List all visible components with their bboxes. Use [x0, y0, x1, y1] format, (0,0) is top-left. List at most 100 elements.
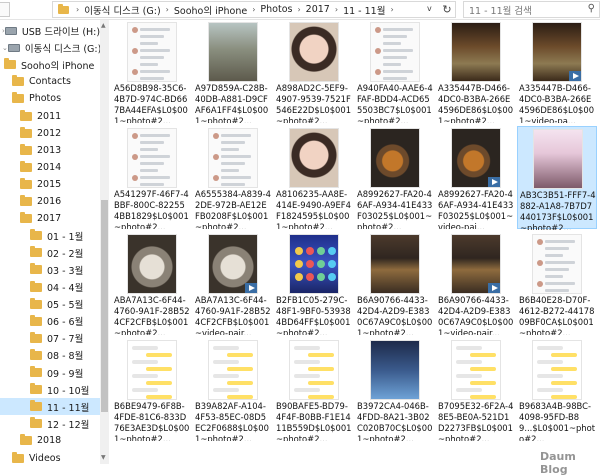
- nav-item[interactable]: Contacts: [0, 73, 100, 90]
- file-thumbnail: [289, 234, 339, 294]
- address-bar[interactable]: › 이동식 디스크 (G:) › Sooho의 iPhone › Photos …: [52, 1, 453, 18]
- file-item[interactable]: AB3C3B51-FFF7-4882-A1A8-7B7D7440173F$L0$…: [517, 126, 597, 230]
- chevron-right-icon: ›: [390, 5, 394, 14]
- file-name: ABA7A13C-6F44-4760-9A1F-28B524CF2CFB$L0$…: [195, 295, 271, 335]
- nav-item[interactable]: Sooho의 iPhone: [0, 56, 100, 73]
- file-item[interactable]: B2FB1C05-279C-48F1-9BF0-539384BD64FF$L0$…: [274, 232, 354, 335]
- nav-back-edge[interactable]: [0, 2, 10, 17]
- nav-item[interactable]: › USB 드라이브 (H:): [0, 22, 100, 39]
- folder-icon: [20, 109, 32, 121]
- nav-item-label: 2012: [37, 127, 62, 139]
- file-item[interactable]: A6555384-A839-42DE-972B-AE12EFB0208F$L0$…: [193, 126, 273, 229]
- file-item[interactable]: B9683A4B-98BC-4098-95FD-B89...$L0$001~ph…: [517, 338, 597, 441]
- nav-item[interactable]: 2014: [0, 159, 100, 176]
- file-grid: A56D8B98-35C6-4B7D-974C-BD667BA44EFA$L0$…: [112, 20, 600, 464]
- folder-icon: [20, 143, 32, 155]
- file-name: B3972CA4-046B-4FDD-8A21-3B02C020B70C$L0$…: [357, 401, 433, 441]
- folder-icon: [30, 263, 42, 275]
- nav-item[interactable]: 2011: [0, 108, 100, 125]
- file-item[interactable]: B6BE9479-6F8B-4FDE-81C6-833D76E3AE3D$L0$…: [112, 338, 192, 441]
- nav-item[interactable]: Photos: [0, 90, 100, 107]
- nav-item[interactable]: 2012: [0, 125, 100, 142]
- scroll-up-icon[interactable]: ▲: [101, 22, 106, 29]
- file-thumbnail: [370, 22, 420, 82]
- nav-item[interactable]: 2015: [0, 176, 100, 193]
- nav-item[interactable]: 02 - 2월: [0, 244, 100, 261]
- chevron-down-icon[interactable]: ⌄: [2, 44, 8, 52]
- nav-item[interactable]: 06 - 6월: [0, 313, 100, 330]
- file-item[interactable]: B7095E32-6F2A-48E5-BE0A-521D1D2273FB$L0$…: [436, 338, 516, 441]
- nav-item-label: 01 - 1월: [47, 231, 84, 243]
- breadcrumb-month[interactable]: 11 - 11월: [341, 3, 387, 17]
- search-placeholder: 11 - 11월 검색: [469, 5, 532, 17]
- breadcrumb-device[interactable]: Sooho의 iPhone: [172, 3, 249, 17]
- nav-item-label: USB 드라이브 (H:): [21, 26, 100, 38]
- nav-item[interactable]: 09 - 9월: [0, 364, 100, 381]
- file-thumbnail: [208, 340, 258, 400]
- nav-item-label: 02 - 2월: [47, 248, 84, 260]
- nav-item-label: Contacts: [29, 76, 71, 88]
- file-item[interactable]: B6A90766-4433-42D4-A2D9-E3830C67A9C0$L0$…: [436, 232, 516, 335]
- file-item[interactable]: B6A90766-4433-42D4-A2D9-E3830C67A9C0$L0$…: [355, 232, 435, 335]
- file-item[interactable]: A335447B-D466-4DC0-B3BA-266E4596DE86$L0$…: [517, 20, 597, 123]
- file-item[interactable]: A541297F-46F7-4BBF-800C-822554BB1829$L0$…: [112, 126, 192, 229]
- file-item[interactable]: A898AD2C-5EF9-4907-9539-7521F546E22D$L0$…: [274, 20, 354, 123]
- nav-item[interactable]: 03 - 3월: [0, 261, 100, 278]
- nav-item[interactable]: 2017: [0, 210, 100, 227]
- file-item[interactable]: B90BAFE5-BD79-4F4F-B0BB-F1E1411B559D$L0$…: [274, 338, 354, 441]
- file-item[interactable]: B3972CA4-046B-4FDD-8A21-3B02C020B70C$L0$…: [355, 338, 435, 441]
- nav-item[interactable]: 05 - 5월: [0, 296, 100, 313]
- nav-item[interactable]: 01 - 1월: [0, 227, 100, 244]
- file-thumbnail: [532, 22, 582, 82]
- breadcrumb-year[interactable]: 2017: [304, 4, 332, 15]
- file-name: A8992627-FA20-46AF-A934-41E433F03025$L0$…: [357, 189, 433, 229]
- file-item[interactable]: B6B40E28-D70F-4612-B272-4417809BF0CA$L0$…: [517, 232, 597, 335]
- file-item[interactable]: A940FA40-AAE6-4FAF-BDD4-ACD655503BC7$L0$…: [355, 20, 435, 123]
- scroll-down-icon[interactable]: ▼: [101, 454, 106, 461]
- nav-item-label: 04 - 4월: [47, 283, 84, 294]
- file-item[interactable]: A97D859A-C28B-40DB-A881-D9CFAF6A1FF4$L0$…: [193, 20, 273, 123]
- nav-item[interactable]: 08 - 8월: [0, 347, 100, 364]
- file-thumbnail: [127, 22, 177, 82]
- file-name: AB3C3B51-FFF7-4882-A1A8-7B7D7440173F$L0$…: [520, 190, 596, 230]
- file-item[interactable]: A335447B-D466-4DC0-B3BA-266E4596DE86$L0$…: [436, 20, 516, 123]
- file-thumbnail: [451, 22, 501, 82]
- breadcrumb-photos[interactable]: Photos: [258, 4, 294, 15]
- nav-item-label: 2015: [37, 178, 62, 190]
- file-item[interactable]: B39A82AF-A104-4F53-85EC-08D5EC2F0688$L0$…: [193, 338, 273, 441]
- nav-scrollbar-thumb[interactable]: [101, 200, 108, 412]
- search-input[interactable]: 11 - 11월 검색 ⚲: [463, 1, 600, 18]
- file-item[interactable]: A8106235-AA8E-414E-9490-A9EF4F1824595$L0…: [274, 126, 354, 229]
- folder-icon: [30, 297, 42, 309]
- breadcrumb-drive[interactable]: 이동식 디스크 (G:): [82, 3, 162, 17]
- nav-item[interactable]: 2013: [0, 142, 100, 159]
- file-item[interactable]: A56D8B98-35C6-4B7D-974C-BD667BA44EFA$L0$…: [112, 20, 192, 123]
- nav-item-label: Videos: [29, 452, 61, 464]
- nav-item[interactable]: 2018: [0, 432, 100, 449]
- nav-item[interactable]: Videos: [0, 450, 100, 465]
- nav-item[interactable]: 2016: [0, 193, 100, 210]
- file-name: A335447B-D466-4DC0-B3BA-266E4596DE86$L0$…: [519, 83, 595, 123]
- nav-item[interactable]: 04 - 4월: [0, 279, 100, 296]
- chevron-right-icon: ›: [76, 5, 80, 14]
- drive-icon: [4, 26, 17, 35]
- file-thumbnail: [532, 340, 582, 400]
- file-name: ABA7A13C-6F44-4760-9A1F-28B524CF2CFB$L0$…: [114, 295, 190, 335]
- nav-item-label: 2016: [37, 196, 62, 207]
- file-name: A898AD2C-5EF9-4907-9539-7521F546E22D$L0$…: [276, 83, 352, 123]
- folder-icon: [30, 280, 42, 292]
- nav-item[interactable]: 07 - 7월: [0, 330, 100, 347]
- file-item[interactable]: A8992627-FA20-46AF-A934-41E433F03025$L0$…: [355, 126, 435, 229]
- file-item[interactable]: A8992627-FA20-46AF-A934-41E433F03025$L0$…: [436, 126, 516, 229]
- folder-icon: [20, 177, 32, 189]
- nav-item[interactable]: 11 - 11월: [0, 398, 100, 416]
- file-item[interactable]: ABA7A13C-6F44-4760-9A1F-28B524CF2CFB$L0$…: [112, 232, 192, 335]
- nav-item[interactable]: 10 - 10월: [0, 381, 100, 398]
- file-thumbnail: [370, 128, 420, 188]
- nav-item[interactable]: 12 - 12월: [0, 415, 100, 432]
- folder-icon: [30, 331, 42, 343]
- nav-item[interactable]: ⌄ 이동식 디스크 (G:): [0, 39, 100, 56]
- address-dropdown-icon[interactable]: v: [427, 4, 432, 13]
- refresh-button[interactable]: ↻: [439, 1, 456, 18]
- file-item[interactable]: ABA7A13C-6F44-4760-9A1F-28B524CF2CFB$L0$…: [193, 232, 273, 335]
